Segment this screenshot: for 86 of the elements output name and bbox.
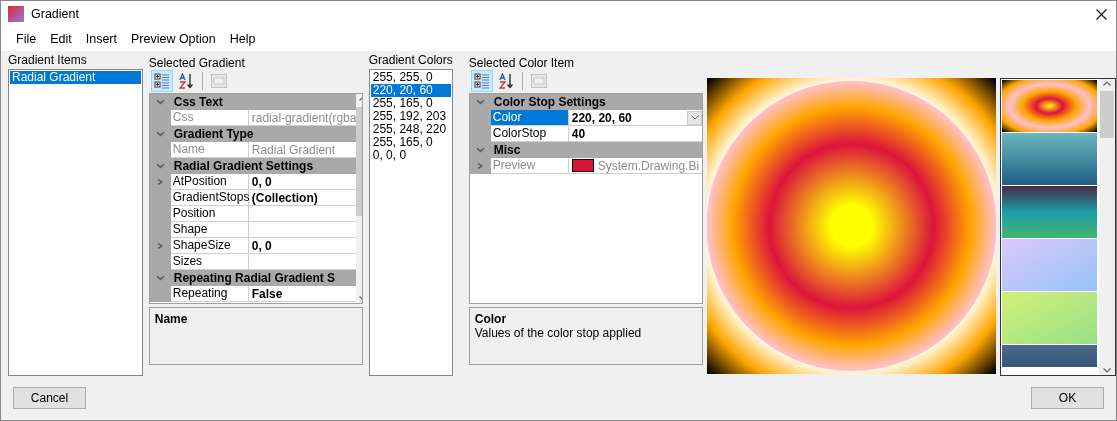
list-item[interactable]: 255, 248, 220: [370, 123, 451, 136]
description-title: Name: [154, 312, 189, 326]
list-item[interactable]: 255, 165, 0: [370, 136, 451, 149]
panel-label: Selected Color Item: [468, 56, 576, 69]
property-value[interactable]: radial-gradient(rgba: [248, 110, 357, 126]
chevron-icon[interactable]: [155, 163, 165, 169]
gradient-thumbnail[interactable]: [1002, 239, 1097, 291]
property-name[interactable]: Repeating: [170, 286, 249, 302]
app-icon: [8, 6, 24, 22]
scroll-bar[interactable]: [1099, 79, 1115, 375]
property-value[interactable]: (Collection): [248, 190, 357, 206]
sort-icon: [177, 73, 194, 89]
panel-label: Gradient Colors: [368, 53, 453, 69]
property-name[interactable]: Css: [170, 110, 249, 126]
gradient-thumbnail[interactable]: [1002, 186, 1097, 238]
toolbar-button[interactable]: [470, 70, 493, 92]
category-title: Css Text: [173, 95, 223, 109]
description-title: Color: [474, 312, 508, 326]
dialog-button[interactable]: OK: [1031, 387, 1104, 409]
panel-label: Gradient Items: [8, 53, 88, 69]
menu-item[interactable]: Preview Option: [123, 30, 223, 48]
property-value[interactable]: False: [248, 286, 357, 302]
scroll-down-icon[interactable]: [1103, 368, 1111, 373]
gradient-thumbnail[interactable]: [1002, 345, 1097, 367]
property-name[interactable]: Shape: [170, 222, 249, 238]
category-header[interactable]: Css Text: [149, 94, 357, 110]
scroll-up-icon[interactable]: [1103, 81, 1111, 86]
chevron-icon[interactable]: [155, 99, 165, 105]
scroll-thumb[interactable]: [1100, 91, 1114, 138]
gradient-thumbnail[interactable]: [1002, 80, 1097, 132]
category-title: Gradient Type: [173, 127, 254, 141]
chevron-icon[interactable]: [155, 179, 165, 185]
menu-item[interactable]: Insert: [78, 30, 124, 48]
category-title: Color Stop Settings: [493, 95, 606, 109]
dialog-button[interactable]: Cancel: [13, 387, 86, 409]
property-value[interactable]: 0, 0: [248, 174, 357, 190]
property-name[interactable]: AtPosition: [170, 174, 249, 190]
panel-label: Selected Gradient: [148, 56, 246, 69]
property-name[interactable]: Color: [490, 110, 569, 126]
chevron-icon[interactable]: [155, 243, 165, 249]
window-title: Gradient: [31, 7, 79, 21]
category-title: Radial Gradient Settings: [173, 159, 314, 173]
menu-item[interactable]: Edit: [43, 30, 79, 48]
menu-item[interactable]: Help: [222, 30, 263, 48]
property-pages-icon: [530, 74, 547, 88]
dropdown-button[interactable]: [687, 110, 702, 125]
category-title: Misc: [493, 143, 521, 157]
property-name[interactable]: GradientStops: [170, 190, 249, 206]
chevron-icon[interactable]: [155, 275, 165, 281]
categorized-icon: [473, 73, 490, 89]
description-text: Values of the color stop applied: [474, 326, 643, 340]
property-value[interactable]: System.Drawing.Bi: [568, 158, 702, 174]
gradient-thumbnail[interactable]: [1002, 133, 1097, 185]
property-name[interactable]: ShapeSize: [170, 238, 249, 254]
property-name[interactable]: Name: [170, 142, 249, 158]
close-icon: [1095, 8, 1107, 20]
chevron-icon[interactable]: [475, 147, 485, 153]
chevron-icon[interactable]: [155, 131, 165, 137]
list-item[interactable]: 255, 165, 0: [370, 97, 451, 110]
category-header[interactable]: Repeating Radial Gradient S: [149, 270, 357, 286]
category-header[interactable]: Radial Gradient Settings: [149, 158, 357, 174]
chevron-icon[interactable]: [475, 163, 485, 169]
categorized-icon: [153, 73, 170, 89]
category-header[interactable]: Misc: [469, 142, 702, 158]
gradient-thumbnail[interactable]: [1002, 292, 1097, 344]
menu-item[interactable]: File: [9, 30, 44, 48]
toolbar-button[interactable]: [150, 70, 173, 92]
list-item[interactable]: 0, 0, 0: [370, 149, 451, 162]
list-item[interactable]: Radial Gradient: [10, 71, 141, 84]
category-title: Repeating Radial Gradient S: [173, 271, 336, 285]
list-item[interactable]: 255, 192, 203: [370, 110, 451, 123]
property-name[interactable]: Position: [170, 206, 249, 222]
list-item[interactable]: 255, 255, 0: [370, 71, 451, 84]
property-value[interactable]: Radial Gradient: [248, 142, 357, 158]
property-value[interactable]: 0, 0: [248, 238, 357, 254]
property-value[interactable]: 40: [568, 126, 702, 142]
category-header[interactable]: Color Stop Settings: [469, 94, 702, 110]
category-header[interactable]: Gradient Type: [149, 126, 357, 142]
chevron-icon[interactable]: [475, 99, 485, 105]
caret-icon: [690, 115, 699, 120]
sort-icon: [497, 73, 514, 89]
property-pages-icon: [210, 74, 227, 88]
property-name[interactable]: Sizes: [170, 254, 249, 270]
property-value[interactable]: 220, 20, 60: [568, 110, 702, 126]
list-item[interactable]: 220, 20, 60: [370, 84, 451, 97]
property-name[interactable]: ColorStop: [490, 126, 569, 142]
